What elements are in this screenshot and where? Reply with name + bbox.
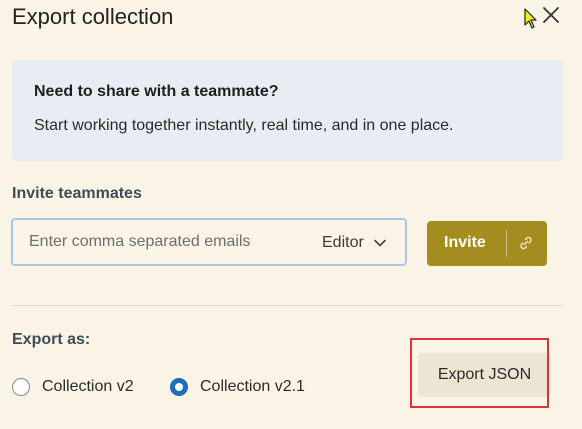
radio-button-checked[interactable] [170,378,188,396]
link-icon[interactable] [518,235,534,251]
share-banner: Need to share with a teammate? Start wor… [12,60,563,161]
chevron-down-icon [373,239,386,247]
email-field-container[interactable]: Editor [11,218,407,266]
radio-label-collection-v2: Collection v2 [42,378,134,395]
section-divider [12,305,563,306]
mouse-pointer-icon [524,8,537,29]
email-input[interactable] [29,231,299,253]
role-dropdown[interactable]: Editor [322,231,386,255]
banner-text: Start working together instantly, real t… [34,117,454,134]
invite-button-divider [506,230,507,257]
radio-button-unchecked[interactable] [12,378,30,396]
invite-button-label: Invite [444,234,486,251]
highlight-box [410,338,549,408]
role-label: Editor [322,234,364,251]
dialog-title: Export collection [12,4,174,29]
invite-button[interactable]: Invite [427,221,547,266]
invite-teammates-label: Invite teammates [12,185,142,202]
close-icon[interactable] [539,4,563,28]
radio-collection-v2[interactable]: Collection v2 [12,376,134,398]
radio-collection-v2-1[interactable]: Collection v2.1 [170,376,305,398]
radio-label-collection-v2-1: Collection v2.1 [200,378,305,395]
export-as-label: Export as: [12,331,91,348]
banner-heading: Need to share with a teammate? [34,83,279,100]
